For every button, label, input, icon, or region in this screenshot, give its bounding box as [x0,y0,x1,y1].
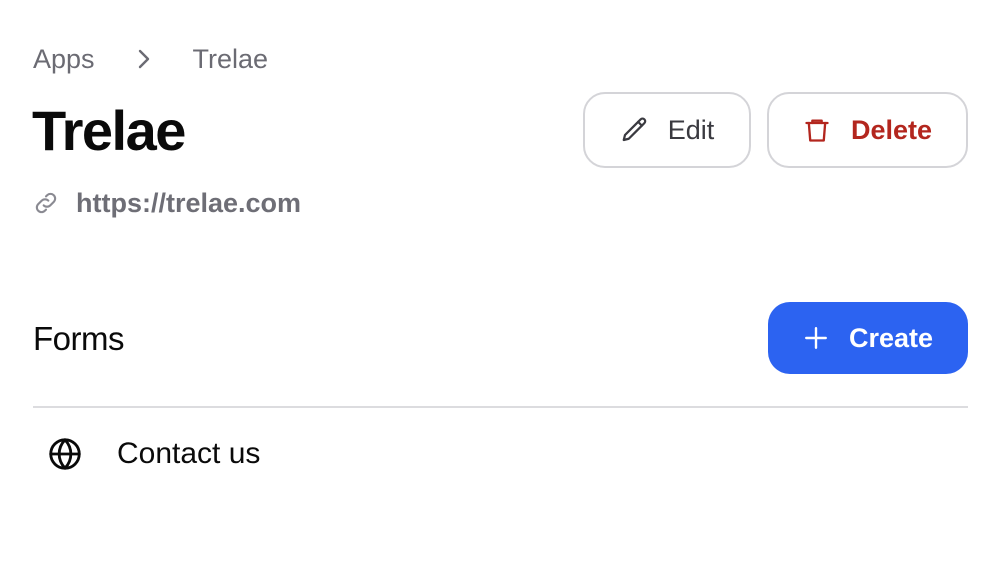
edit-button-label: Edit [667,114,715,145]
form-list-item-label: Contact us [117,437,261,470]
forms-section-title: Forms [33,320,125,357]
breadcrumb-item-current: Trelae [192,44,269,74]
edit-button[interactable]: Edit [583,92,751,168]
breadcrumb: Apps Trelae [33,40,268,78]
delete-button[interactable]: Delete [767,92,968,168]
create-form-button[interactable]: Create [768,302,968,374]
section-divider [33,406,968,408]
breadcrumb-item-apps[interactable]: Apps [33,40,95,78]
app-url-text: https://trelae.com [76,187,302,218]
app-url-link[interactable]: https://trelae.com [32,184,301,222]
pencil-icon [620,115,650,145]
chevron-right-icon [95,48,193,70]
app-detail-page: Apps Trelae Trelae https://trelae.com Ed… [0,0,998,580]
page-title: Trelae [32,99,186,162]
delete-button-label: Delete [850,114,933,145]
create-button-label: Create [848,322,934,353]
trash-icon [803,115,831,145]
globe-icon [47,436,87,472]
form-list-item[interactable]: Contact us [33,424,968,484]
link-icon [32,189,60,217]
plus-icon [803,325,829,351]
